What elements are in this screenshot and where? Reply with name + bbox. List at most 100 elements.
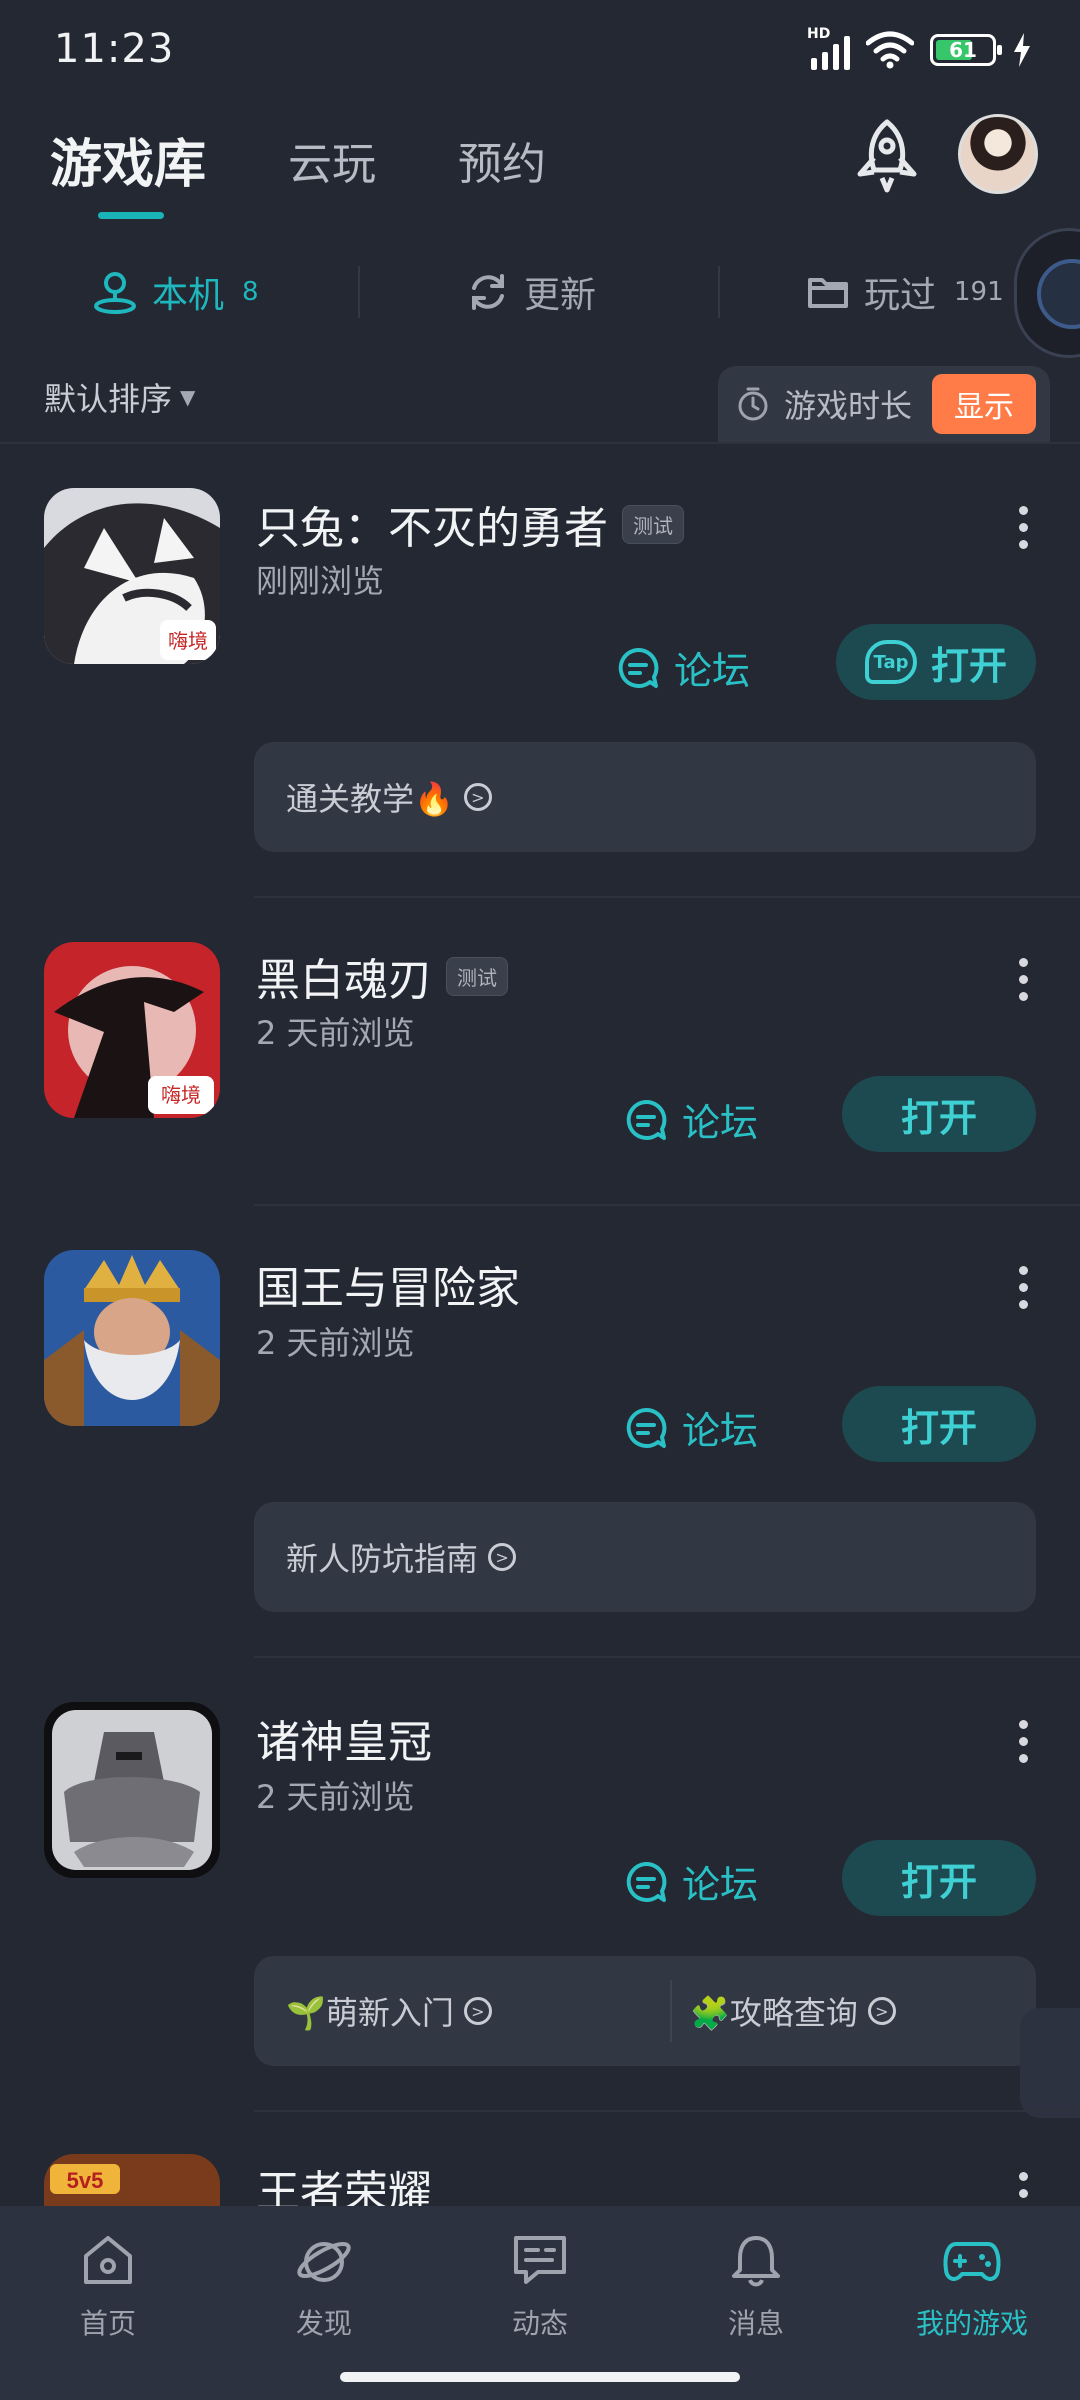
discover-icon [297, 2241, 351, 2282]
forum-button[interactable]: 论坛 [624, 1400, 758, 1455]
folder-icon [808, 278, 848, 308]
game-subtitle: 2 天前浏览 [256, 1778, 415, 1816]
tip-item[interactable]: 🌱萌新入门 [286, 1988, 454, 2034]
forum-button[interactable]: 论坛 [624, 1854, 758, 1909]
tip-item[interactable]: 🧩攻略查询 [690, 1988, 858, 2034]
open-label: 打开 [900, 1405, 977, 1450]
open-button[interactable]: 打开 [842, 1386, 1036, 1462]
nav-home[interactable]: 首页 [38, 2230, 178, 2342]
header-divider [0, 442, 1080, 444]
tip-item[interactable]: 新人防坑指南 [286, 1534, 478, 1580]
side-drawer-tab[interactable] [1020, 2008, 1080, 2118]
feed-icon [514, 2236, 566, 2284]
game-title[interactable]: 黑白魂刃 [256, 944, 432, 1008]
home-icon [84, 2236, 132, 2284]
game-icon[interactable] [44, 1250, 220, 1426]
bell-icon [732, 2236, 780, 2287]
more-options-icon[interactable] [1018, 506, 1028, 549]
more-options-icon[interactable] [1018, 1266, 1028, 1309]
forum-label: 论坛 [682, 1101, 759, 1145]
tab-cloud-play[interactable]: 云玩 [288, 128, 376, 192]
segment-divider [358, 266, 360, 318]
tip-box[interactable]: 通关教学🔥 > [254, 742, 1036, 852]
open-button[interactable]: 打开 [842, 1840, 1036, 1916]
hd-label: HD [807, 26, 831, 42]
sort-label: 默认排序 [44, 380, 173, 418]
forum-icon [626, 1099, 667, 1140]
chevron-right-icon: > [488, 1543, 517, 1571]
game-title-row: 只兔：不灭的勇者 测试 [256, 492, 684, 556]
show-playtime-button[interactable]: 显示 [932, 374, 1037, 434]
segment-played-label: 玩过 [864, 275, 937, 316]
charging-icon [1014, 33, 1030, 67]
segment-local-count: 8 [242, 277, 259, 307]
status-icons: HD 61 [807, 26, 1032, 70]
nav-my-games[interactable]: 我的游戏 [902, 2230, 1042, 2342]
forum-icon [626, 1407, 667, 1448]
list-divider [254, 896, 1080, 898]
segment-played[interactable]: 玩过 191 [806, 262, 1004, 322]
gamepad-icon [943, 2242, 1001, 2281]
forum-button[interactable]: 论坛 [624, 1092, 758, 1147]
game-title-row: 诸神皇冠 [256, 1706, 432, 1770]
tab-game-library[interactable]: 游戏库 [50, 122, 206, 197]
test-badge: 测试 [446, 956, 508, 996]
game-subtitle: 2 天前浏览 [256, 1014, 415, 1052]
svg-text:嗨境: 嗨境 [161, 1084, 201, 1107]
more-options-icon[interactable] [1018, 958, 1028, 1001]
avatar[interactable] [958, 114, 1038, 194]
list-divider [254, 1204, 1080, 1206]
forum-label: 论坛 [682, 1409, 759, 1453]
segment-played-count: 191 [954, 277, 1004, 307]
nav-discover[interactable]: 发现 [254, 2230, 394, 2342]
segment-local[interactable]: 本机 8 [92, 262, 259, 322]
home-indicator[interactable] [340, 2372, 740, 2382]
open-label: 打开 [900, 1095, 977, 1140]
forum-icon [618, 647, 659, 688]
game-icon[interactable]: 嗨境 [44, 488, 220, 664]
game-title[interactable]: 诸神皇冠 [256, 1706, 432, 1770]
chevron-right-icon: > [867, 1997, 896, 2025]
signal-icon: HD [807, 26, 850, 70]
forum-label: 论坛 [682, 1863, 759, 1907]
open-button[interactable]: Tap 打开 [836, 624, 1036, 700]
rocket-icon[interactable] [852, 118, 922, 194]
sort-dropdown[interactable]: 默认排序 ▼ [44, 374, 195, 420]
tip-item[interactable]: 通关教学🔥 [286, 774, 454, 820]
forum-button[interactable]: 论坛 [616, 640, 750, 695]
game-title-row: 黑白魂刃 测试 [256, 944, 508, 1008]
game-icon[interactable]: 嗨境 [44, 942, 220, 1118]
open-label: 打开 [930, 643, 1007, 688]
tip-item-wrap[interactable]: 🧩攻略查询 > [690, 1988, 896, 2034]
segment-update[interactable]: 更新 [466, 262, 596, 322]
tab-reservation[interactable]: 预约 [458, 128, 546, 192]
nav-feed[interactable]: 动态 [470, 2230, 610, 2342]
game-subtitle: 刚刚浏览 [256, 562, 385, 600]
test-badge: 测试 [622, 504, 684, 544]
playtime-toggle[interactable]: 游戏时长 显示 [718, 366, 1050, 442]
more-options-icon[interactable] [1018, 1720, 1028, 1763]
timer-icon [738, 387, 768, 421]
nav-label: 我的游戏 [915, 2307, 1028, 2340]
caret-down-icon: ▼ [180, 385, 196, 409]
game-icon[interactable]: 5v5 [44, 2154, 220, 2210]
taptap-icon: Tap [864, 640, 917, 684]
floating-assistant-button[interactable] [1014, 228, 1080, 358]
status-time: 11:23 [54, 26, 175, 72]
list-divider [254, 2110, 1080, 2112]
game-title[interactable]: 国王与冒险家 [256, 1252, 520, 1316]
chevron-right-icon: > [463, 783, 492, 811]
nav-label: 发现 [295, 2307, 352, 2340]
nav-messages[interactable]: 消息 [686, 2230, 826, 2342]
tip-box[interactable]: 新人防坑指南 > [254, 1502, 1036, 1612]
svg-text:5v5: 5v5 [67, 2168, 104, 2193]
tip-box: 🌱萌新入门 > 🧩攻略查询 > [254, 1956, 1036, 2066]
open-button[interactable]: 打开 [842, 1076, 1036, 1152]
tip-divider [670, 1980, 672, 2042]
game-title[interactable]: 只兔：不灭的勇者 [256, 492, 608, 556]
game-icon[interactable] [44, 1702, 220, 1878]
nav-label: 消息 [727, 2307, 784, 2340]
wifi-icon [866, 31, 914, 69]
forum-icon [626, 1861, 667, 1902]
open-label: 打开 [900, 1859, 977, 1904]
